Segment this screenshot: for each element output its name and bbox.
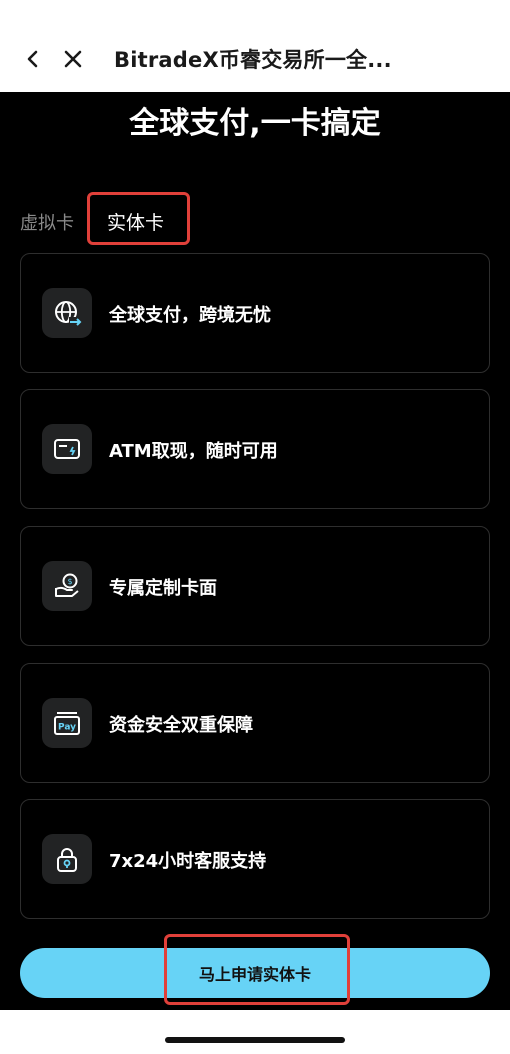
close-icon[interactable] xyxy=(62,46,84,72)
cta-highlight-box xyxy=(164,934,350,1005)
page-title: BitradeX币睿交易所一全... xyxy=(114,48,392,72)
feature-label: 全球支付，跨境无忧 xyxy=(109,305,271,326)
atm-card-icon xyxy=(42,424,92,474)
feature-card-fund-security: Pay 资金安全双重保障 xyxy=(20,663,490,783)
feature-label: 资金安全双重保障 xyxy=(109,715,253,736)
custom-card-icon: $ xyxy=(42,561,92,611)
back-arrow-icon[interactable] xyxy=(22,46,44,72)
feature-label: 专属定制卡面 xyxy=(109,578,217,599)
tab-virtual-card[interactable]: 虚拟卡 xyxy=(20,209,74,235)
feature-card-custom-face: $ 专属定制卡面 xyxy=(20,526,490,646)
home-indicator xyxy=(165,1037,345,1043)
lock-icon xyxy=(42,834,92,884)
hero-title: 全球支付,一卡搞定 xyxy=(129,106,381,141)
globe-transfer-icon xyxy=(42,288,92,338)
card-features-page: 全球支付,一卡搞定 虚拟卡 实体卡 全球支付，跨境无忧 ATM取现，随时可用 $… xyxy=(0,92,510,1010)
svg-text:$: $ xyxy=(67,577,72,586)
tab-highlight-box xyxy=(87,192,190,245)
feature-card-global-payment: 全球支付，跨境无忧 xyxy=(20,253,490,373)
svg-text:Pay: Pay xyxy=(58,723,76,733)
feature-label: ATM取现，随时可用 xyxy=(109,441,278,462)
navigation-bar: BitradeX币睿交易所一全... xyxy=(0,0,510,92)
pay-wallet-icon: Pay xyxy=(42,698,92,748)
feature-card-atm: ATM取现，随时可用 xyxy=(20,389,490,509)
feature-label: 7x24小时客服支持 xyxy=(109,851,267,872)
feature-card-support: 7x24小时客服支持 xyxy=(20,799,490,919)
